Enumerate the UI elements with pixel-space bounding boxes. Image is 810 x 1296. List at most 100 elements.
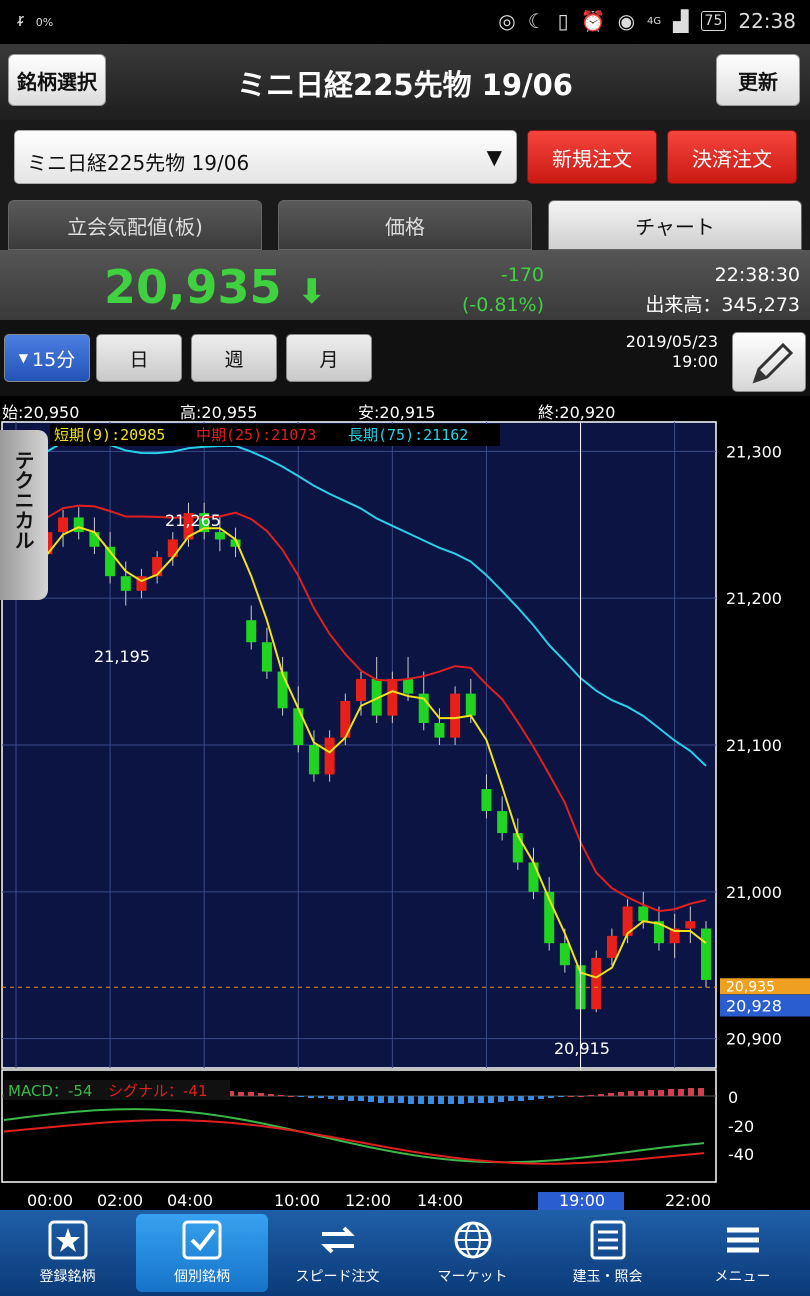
- macd-histogram-bar: [268, 1094, 274, 1096]
- macd-histogram-bar: [398, 1096, 404, 1103]
- current-price: 20,935 ⬇: [104, 260, 326, 314]
- page-title: ミニ日経225先物 19/06: [237, 68, 573, 102]
- select-stock-button[interactable]: 銘柄選択: [8, 54, 106, 106]
- candle: [591, 957, 602, 1010]
- high-annotation: 21,265: [165, 511, 221, 530]
- time-tick-label: 00:00: [27, 1191, 73, 1210]
- tab-orderbook[interactable]: 立会気配値(板): [8, 200, 262, 250]
- current-price-marker-label: 20,935: [726, 979, 775, 995]
- macd-histogram-bar: [678, 1089, 684, 1096]
- macd-histogram-bar: [298, 1096, 304, 1097]
- macd-histogram-bar: [478, 1096, 484, 1103]
- price-value: 20,935: [104, 260, 282, 314]
- macd-histogram-bar: [258, 1093, 264, 1096]
- macd-histogram-bar: [648, 1090, 654, 1096]
- candle: [450, 693, 461, 738]
- pencil-icon: [752, 342, 794, 384]
- macd-histogram-bar: [278, 1095, 284, 1096]
- macd-histogram-bar: [378, 1096, 384, 1103]
- period-15min-button[interactable]: ▼ 15分: [4, 334, 90, 382]
- signal-label: 4G: [647, 15, 662, 27]
- cursor-datetime: 2019/05/23 19:00: [590, 332, 718, 372]
- macd-tick-label: -40: [728, 1145, 754, 1164]
- candle: [387, 678, 398, 716]
- candle: [685, 921, 696, 929]
- draw-button[interactable]: [732, 332, 806, 392]
- period-day-button[interactable]: 日: [96, 334, 182, 382]
- legend-long: 長期(75):21162: [348, 426, 468, 444]
- chart-area[interactable]: 21,300 21,200 21,100 21,000 20,900 20,935 20,9…: [0, 420, 810, 1210]
- candle: [497, 811, 508, 834]
- price-tick-label: 21,200: [726, 589, 782, 608]
- macd-histogram-bar: [288, 1096, 294, 1097]
- tab-price[interactable]: 価格: [278, 200, 532, 250]
- down-arrow-icon: ⬇: [297, 272, 327, 312]
- bottom-nav: 登録銘柄 個別銘柄 スピード注文 マーケット 建玉・照会 メニュー: [0, 1210, 810, 1296]
- change-value: -170: [500, 264, 544, 286]
- macd-histogram-bar: [238, 1092, 244, 1096]
- technical-tab[interactable]: テクニカル: [0, 430, 48, 600]
- macd-histogram-bar: [568, 1096, 574, 1097]
- ohlc-bar: 始:20,950 高:20,955 安:20,915 終:20,920: [0, 396, 810, 422]
- app-header: 銘柄選択 ミニ日経225先物 19/06 更新: [0, 44, 810, 120]
- macd-legend: MACD：-54: [8, 1082, 92, 1100]
- new-order-button[interactable]: 新規注文: [527, 130, 657, 184]
- time-tick-label: 12:00: [345, 1191, 391, 1210]
- candle: [528, 862, 539, 892]
- period-15min-label: 15分: [32, 348, 76, 371]
- macd-histogram-bar: [308, 1096, 314, 1098]
- period-month-button[interactable]: 月: [286, 334, 372, 382]
- macd-histogram-bar: [388, 1096, 394, 1103]
- nav-market[interactable]: マーケット: [405, 1210, 540, 1296]
- macd-histogram-bar: [608, 1093, 614, 1096]
- candle: [89, 532, 100, 547]
- macd-histogram-bar: [538, 1096, 544, 1099]
- candle: [403, 678, 414, 694]
- nav-label: メニュー: [714, 1269, 771, 1285]
- candle: [606, 935, 617, 958]
- instrument-select[interactable]: ミニ日経225先物 19/06 ▼: [14, 130, 517, 184]
- candle: [308, 745, 319, 775]
- candlestick-chart[interactable]: 21,300 21,200 21,100 21,000 20,900 20,935 20,9…: [0, 420, 810, 1210]
- tab-chart[interactable]: チャート: [548, 200, 802, 250]
- macd-histogram-bar: [348, 1096, 354, 1101]
- price-tick-label: 20,900: [726, 1030, 782, 1049]
- candle: [246, 620, 257, 643]
- list-icon: [590, 1220, 625, 1260]
- check-icon: [182, 1220, 222, 1260]
- candle: [324, 737, 335, 775]
- moon-icon: ☾: [527, 9, 546, 33]
- nav-watchlist[interactable]: 登録銘柄: [0, 1210, 135, 1296]
- macd-histogram-bar: [488, 1096, 494, 1103]
- price-tick-label: 21,300: [726, 442, 782, 461]
- refresh-button[interactable]: 更新: [716, 54, 800, 106]
- candle: [58, 517, 69, 533]
- candle: [120, 576, 131, 591]
- macd-histogram-bar: [358, 1096, 364, 1101]
- macd-histogram-bar: [498, 1096, 504, 1102]
- nav-positions[interactable]: 建玉・照会: [540, 1210, 675, 1296]
- status-right: ◎ ☾ ▯ ⏰ ◉ 4G ▟ 75 22:38: [498, 9, 796, 33]
- candle: [261, 642, 272, 672]
- candle: [638, 906, 649, 922]
- eye-icon: ◉: [617, 9, 636, 33]
- settle-order-button[interactable]: 決済注文: [667, 130, 797, 184]
- nav-individual[interactable]: 個別銘柄: [136, 1214, 268, 1292]
- macd-histogram-bar: [698, 1088, 704, 1096]
- status-left: ᵲ 0%: [18, 10, 53, 31]
- macd-histogram-bar: [368, 1096, 374, 1102]
- tab-bar: 立会気配値(板) 価格 チャート: [0, 196, 810, 250]
- macd-histogram-bar: [448, 1096, 454, 1104]
- nav-speed-order[interactable]: スピード注文: [270, 1210, 405, 1296]
- swap-icon: [320, 1226, 355, 1254]
- nav-menu[interactable]: メニュー: [675, 1210, 810, 1296]
- price-tick-label: 21,100: [726, 736, 782, 755]
- macd-histogram-bar: [628, 1091, 634, 1096]
- low-annotation: 21,195: [94, 647, 150, 666]
- period-week-button[interactable]: 週: [191, 334, 277, 382]
- vibrate-icon: ▯: [557, 9, 569, 33]
- period-bar: ▼ 15分 日 週 月 2019/05/23 19:00: [0, 320, 810, 396]
- time-tick-label: 22:00: [665, 1191, 711, 1210]
- nav-label: マーケット: [437, 1269, 508, 1285]
- notification-icon: ᵲ: [18, 10, 24, 31]
